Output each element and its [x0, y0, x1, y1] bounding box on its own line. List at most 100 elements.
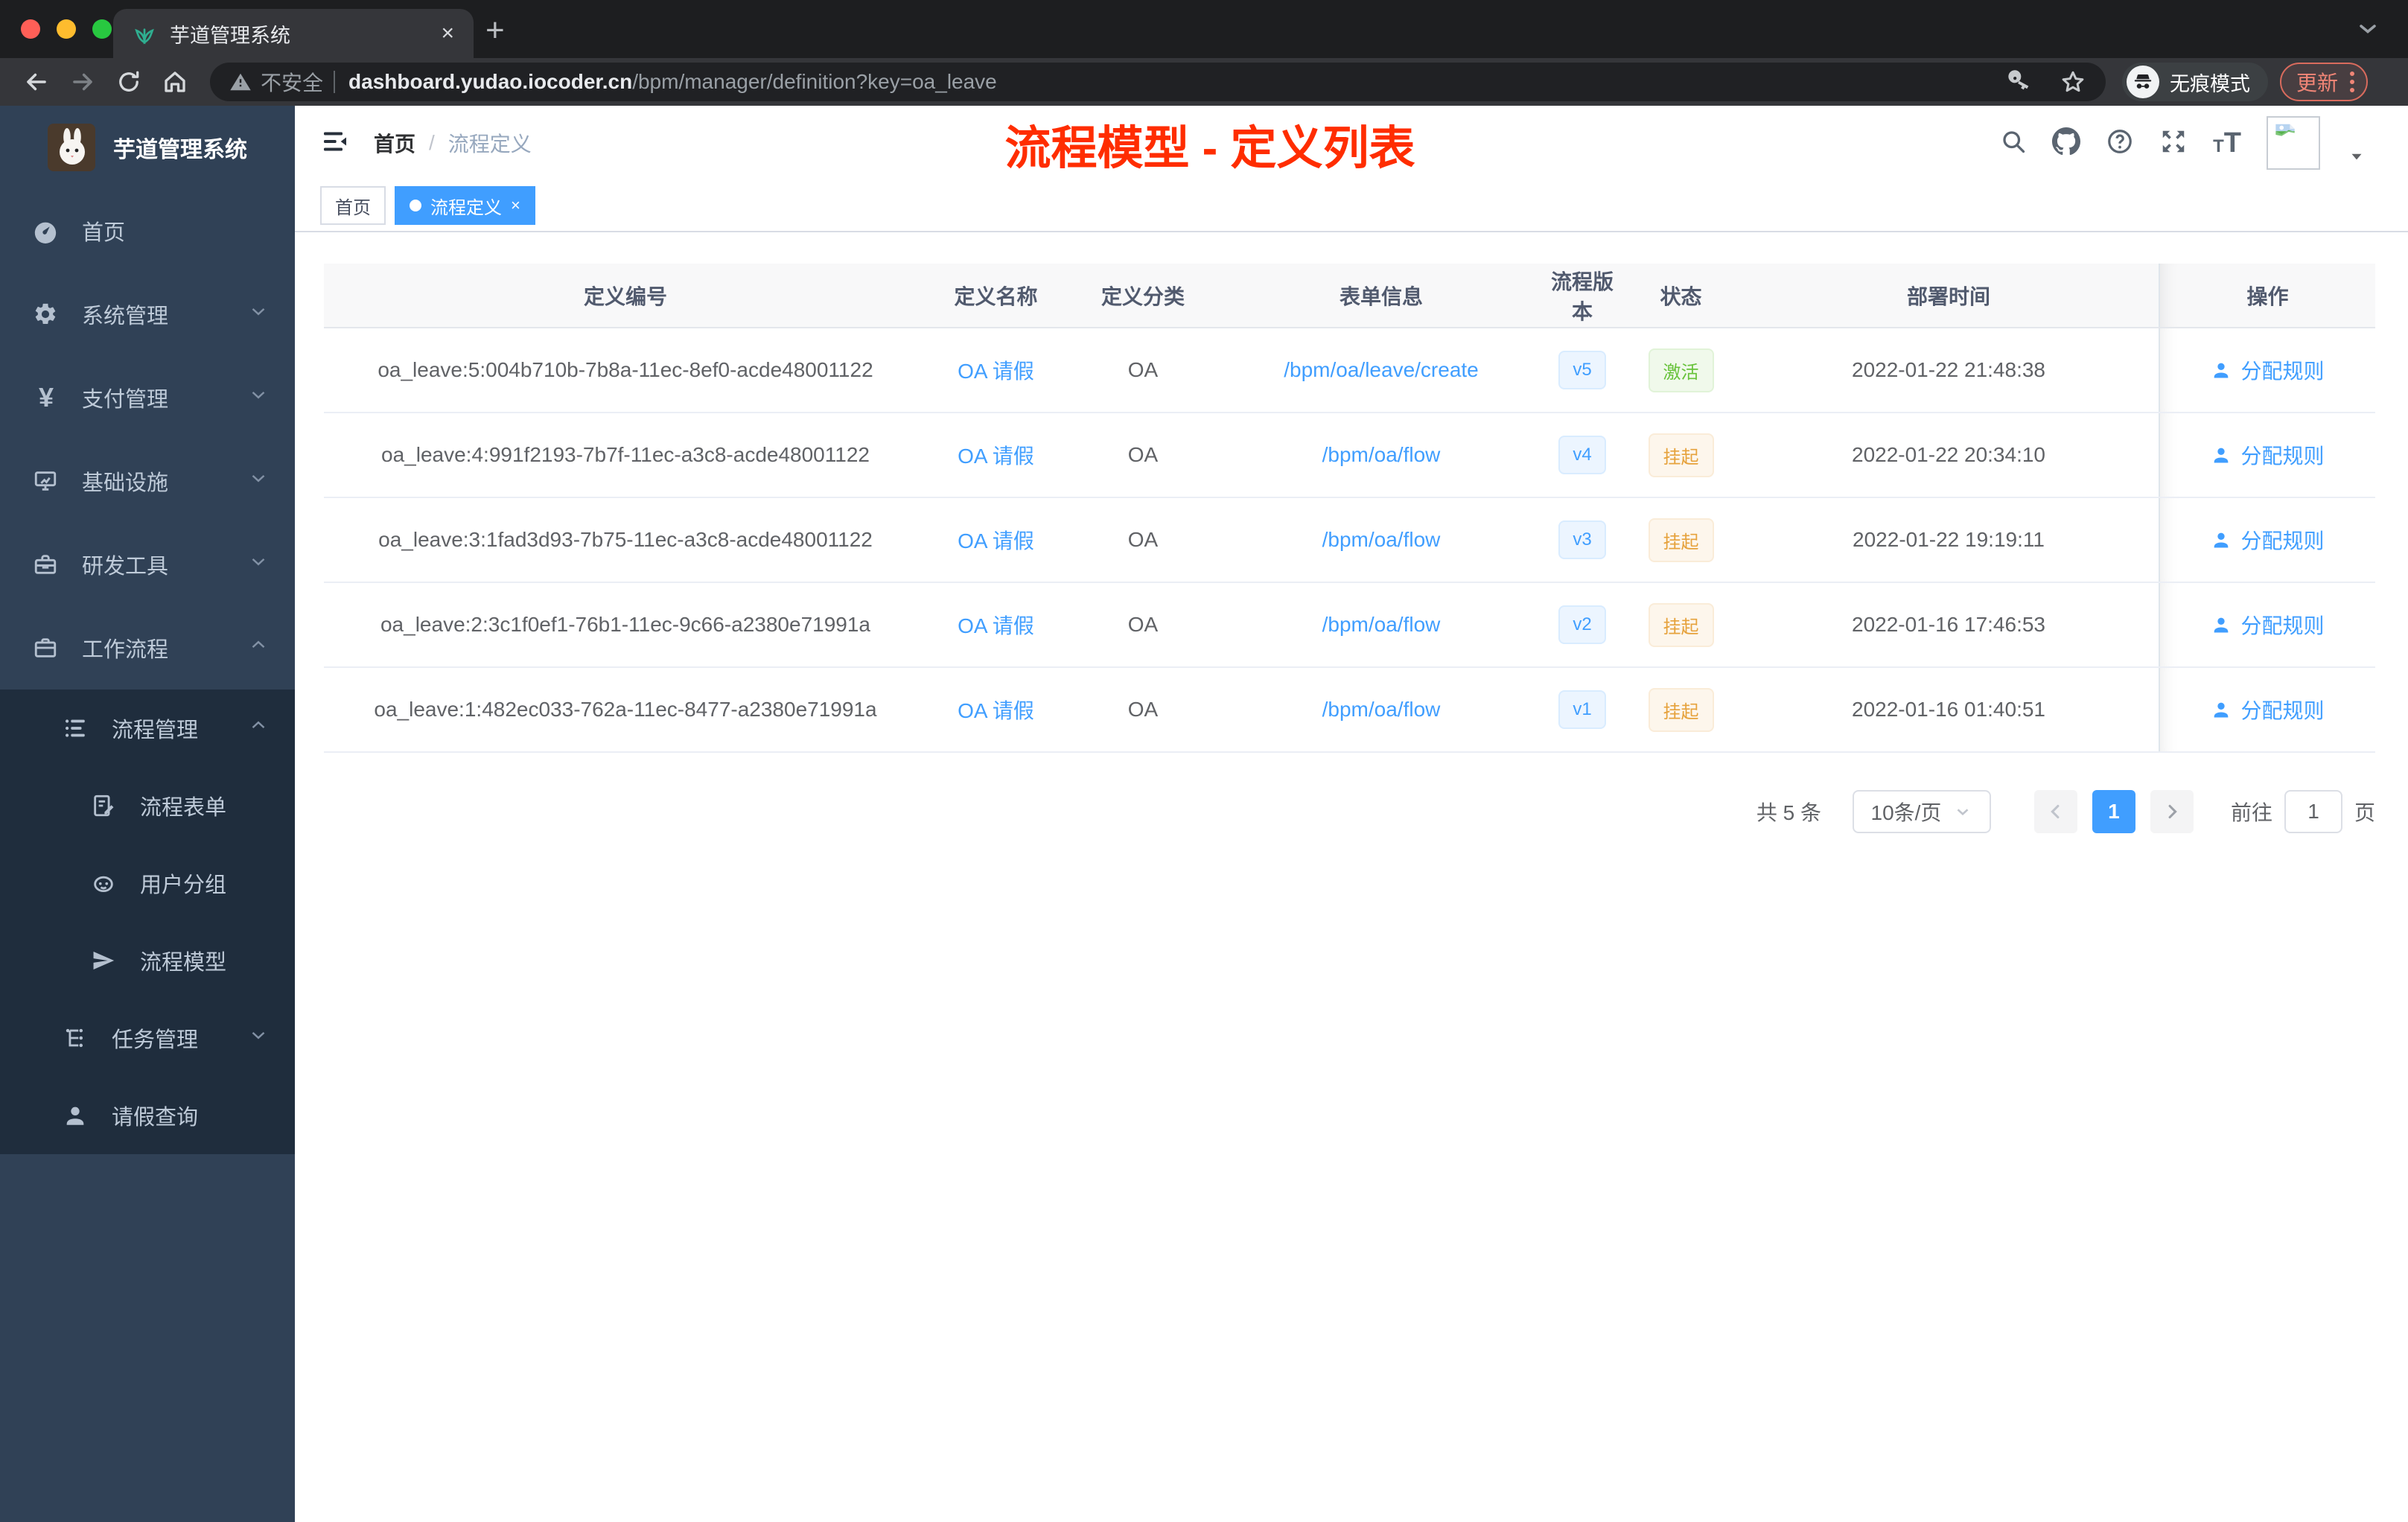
- favicon-sprout-icon: [133, 22, 156, 45]
- browser-tab-strip: 芋道管理系统 × +: [0, 0, 2408, 58]
- address-bar[interactable]: 不安全 dashboard.yudao.iocoder.cn/bpm/manag…: [210, 63, 2106, 101]
- chevron-down-icon: [247, 300, 270, 328]
- pagination-total: 共 5 条: [1756, 801, 1821, 824]
- cell-deploy-time: 2022-01-22 21:48:38: [1739, 328, 2159, 413]
- window-close-button[interactable]: [21, 19, 40, 39]
- tag-process-definition[interactable]: 流程定义 ×: [395, 186, 535, 225]
- update-label[interactable]: 更新: [2296, 67, 2338, 97]
- sidebar-item-leave-query[interactable]: 请假查询: [0, 1077, 295, 1154]
- forward-button[interactable]: [60, 61, 106, 103]
- form-link[interactable]: /bpm/oa/flow: [1322, 698, 1441, 721]
- sidebar-item-label: 流程表单: [140, 796, 227, 820]
- definition-name-link[interactable]: OA 请假: [958, 360, 1034, 383]
- table-row: oa_leave:5:004b710b-7b8a-11ec-8ef0-acde4…: [324, 328, 2375, 413]
- definition-name-link[interactable]: OA 请假: [958, 529, 1034, 553]
- sidebar: 芋道管理系统 首页 系统管理 ¥ 支付管理 基础设施 研发工具 工作流程 流程管…: [0, 106, 295, 1522]
- status-badge: 挂起: [1648, 433, 1714, 477]
- workflow-submenu: 流程管理 流程表单 用户分组 流程模型 任务管理 请假查询: [0, 690, 295, 1154]
- browser-tab[interactable]: 芋道管理系统 ×: [113, 9, 474, 58]
- sidebar-item-process-model[interactable]: 流程模型: [0, 922, 295, 999]
- broken-image-icon: [2275, 124, 2295, 136]
- definition-name-link[interactable]: OA 请假: [958, 614, 1034, 637]
- cell-definition-id: oa_leave:2:3c1f0ef1-76b1-11ec-9c66-a2380…: [324, 582, 927, 668]
- browser-update-button[interactable]: 更新: [2280, 63, 2369, 101]
- table-header-row: 定义编号 定义名称 定义分类 表单信息 流程版本 状态 部署时间 操作: [324, 264, 2375, 328]
- sidebar-item-payment[interactable]: ¥ 支付管理: [0, 356, 295, 439]
- status-badge: 激活: [1648, 348, 1714, 392]
- browser-menu-icon[interactable]: [2350, 71, 2355, 92]
- next-page-button[interactable]: [2150, 790, 2194, 833]
- breadcrumb-home[interactable]: 首页: [374, 128, 415, 158]
- window-zoom-button[interactable]: [92, 19, 112, 39]
- reload-button[interactable]: [106, 61, 152, 103]
- bookmark-star-icon[interactable]: [2060, 69, 2086, 95]
- password-key-icon[interactable]: [2007, 69, 2033, 95]
- font-size-icon[interactable]: TT: [2213, 127, 2241, 159]
- goto-page-input[interactable]: 1: [2284, 790, 2342, 833]
- col-header-status: 状态: [1623, 264, 1739, 328]
- sidebar-item-task-management[interactable]: 任务管理: [0, 999, 295, 1077]
- chevron-down-icon: [247, 383, 270, 412]
- tag-close-icon[interactable]: ×: [511, 196, 520, 215]
- col-header-form-info: 表单信息: [1221, 264, 1541, 328]
- tag-label: 首页: [335, 197, 371, 218]
- sidebar-item-label: 用户分组: [140, 873, 227, 897]
- page-size-select[interactable]: 10条/页: [1852, 790, 1991, 833]
- github-icon[interactable]: [2052, 127, 2081, 159]
- definition-name-link[interactable]: OA 请假: [958, 445, 1034, 468]
- version-badge: v1: [1558, 690, 1606, 729]
- incognito-icon: [2127, 66, 2159, 98]
- assign-rule-button[interactable]: 分配规则: [2211, 525, 2325, 555]
- monitor-icon: [33, 468, 60, 494]
- active-dot: [410, 200, 421, 211]
- assign-rule-button[interactable]: 分配规则: [2211, 610, 2325, 640]
- hamburger-icon[interactable]: [320, 127, 350, 160]
- sidebar-item-process-management[interactable]: 流程管理: [0, 690, 295, 767]
- goto-label: 前往: [2230, 801, 2272, 824]
- sidebar-item-workflow[interactable]: 工作流程: [0, 606, 295, 690]
- cell-category: OA: [1065, 667, 1221, 753]
- tab-title: 芋道管理系统: [170, 24, 290, 47]
- caret-down-icon[interactable]: [2347, 147, 2366, 170]
- assign-rule-button[interactable]: 分配规则: [2211, 695, 2325, 725]
- status-badge: 挂起: [1648, 518, 1714, 562]
- home-button[interactable]: [152, 61, 198, 103]
- tab-search-chevron-icon[interactable]: [2354, 15, 2381, 45]
- page-number-1[interactable]: 1: [2092, 790, 2135, 833]
- sidebar-item-dev-tools[interactable]: 研发工具: [0, 523, 295, 606]
- url-host: dashboard.yudao.iocoder.cn: [348, 70, 633, 93]
- prev-page-button[interactable]: [2033, 790, 2077, 833]
- security-label[interactable]: 不安全: [261, 67, 323, 97]
- form-link[interactable]: /bpm/oa/flow: [1322, 613, 1441, 636]
- breadcrumb: 首页 / 流程定义: [374, 128, 532, 158]
- cell-deploy-time: 2022-01-22 19:19:11: [1739, 497, 2159, 583]
- browser-toolbar: 不安全 dashboard.yudao.iocoder.cn/bpm/manag…: [0, 58, 2408, 106]
- assign-rule-button[interactable]: 分配规则: [2211, 440, 2325, 470]
- window-minimize-button[interactable]: [57, 19, 76, 39]
- window-controls[interactable]: [21, 19, 112, 39]
- sidebar-item-label: 请假查询: [112, 1106, 199, 1130]
- chevron-down-icon: [247, 550, 270, 579]
- sidebar-item-user-group[interactable]: 用户分组: [0, 844, 295, 922]
- avatar[interactable]: [2267, 116, 2320, 170]
- assign-rule-button[interactable]: 分配规则: [2211, 355, 2325, 385]
- tab-close-button[interactable]: ×: [441, 21, 454, 46]
- sidebar-item-infrastructure[interactable]: 基础设施: [0, 439, 295, 523]
- fullscreen-icon[interactable]: [2159, 127, 2188, 159]
- sidebar-item-label: 任务管理: [112, 1028, 199, 1052]
- sidebar-item-process-form[interactable]: 流程表单: [0, 767, 295, 844]
- cell-category: OA: [1065, 497, 1221, 583]
- form-link[interactable]: /bpm/oa/flow: [1322, 443, 1441, 466]
- tag-home[interactable]: 首页: [320, 186, 386, 225]
- table-row: oa_leave:1:482ec033-762a-11ec-8477-a2380…: [324, 667, 2375, 753]
- search-icon[interactable]: [2000, 128, 2027, 159]
- definition-name-link[interactable]: OA 请假: [958, 699, 1034, 722]
- sidebar-item-system[interactable]: 系统管理: [0, 273, 295, 356]
- back-button[interactable]: [13, 61, 60, 103]
- form-link[interactable]: /bpm/oa/flow: [1322, 528, 1441, 551]
- new-tab-button[interactable]: +: [485, 12, 505, 49]
- sidebar-logo[interactable]: 芋道管理系统: [0, 106, 295, 189]
- sidebar-item-home[interactable]: 首页: [0, 189, 295, 273]
- help-icon[interactable]: [2106, 127, 2134, 159]
- form-link[interactable]: /bpm/oa/leave/create: [1284, 358, 1479, 381]
